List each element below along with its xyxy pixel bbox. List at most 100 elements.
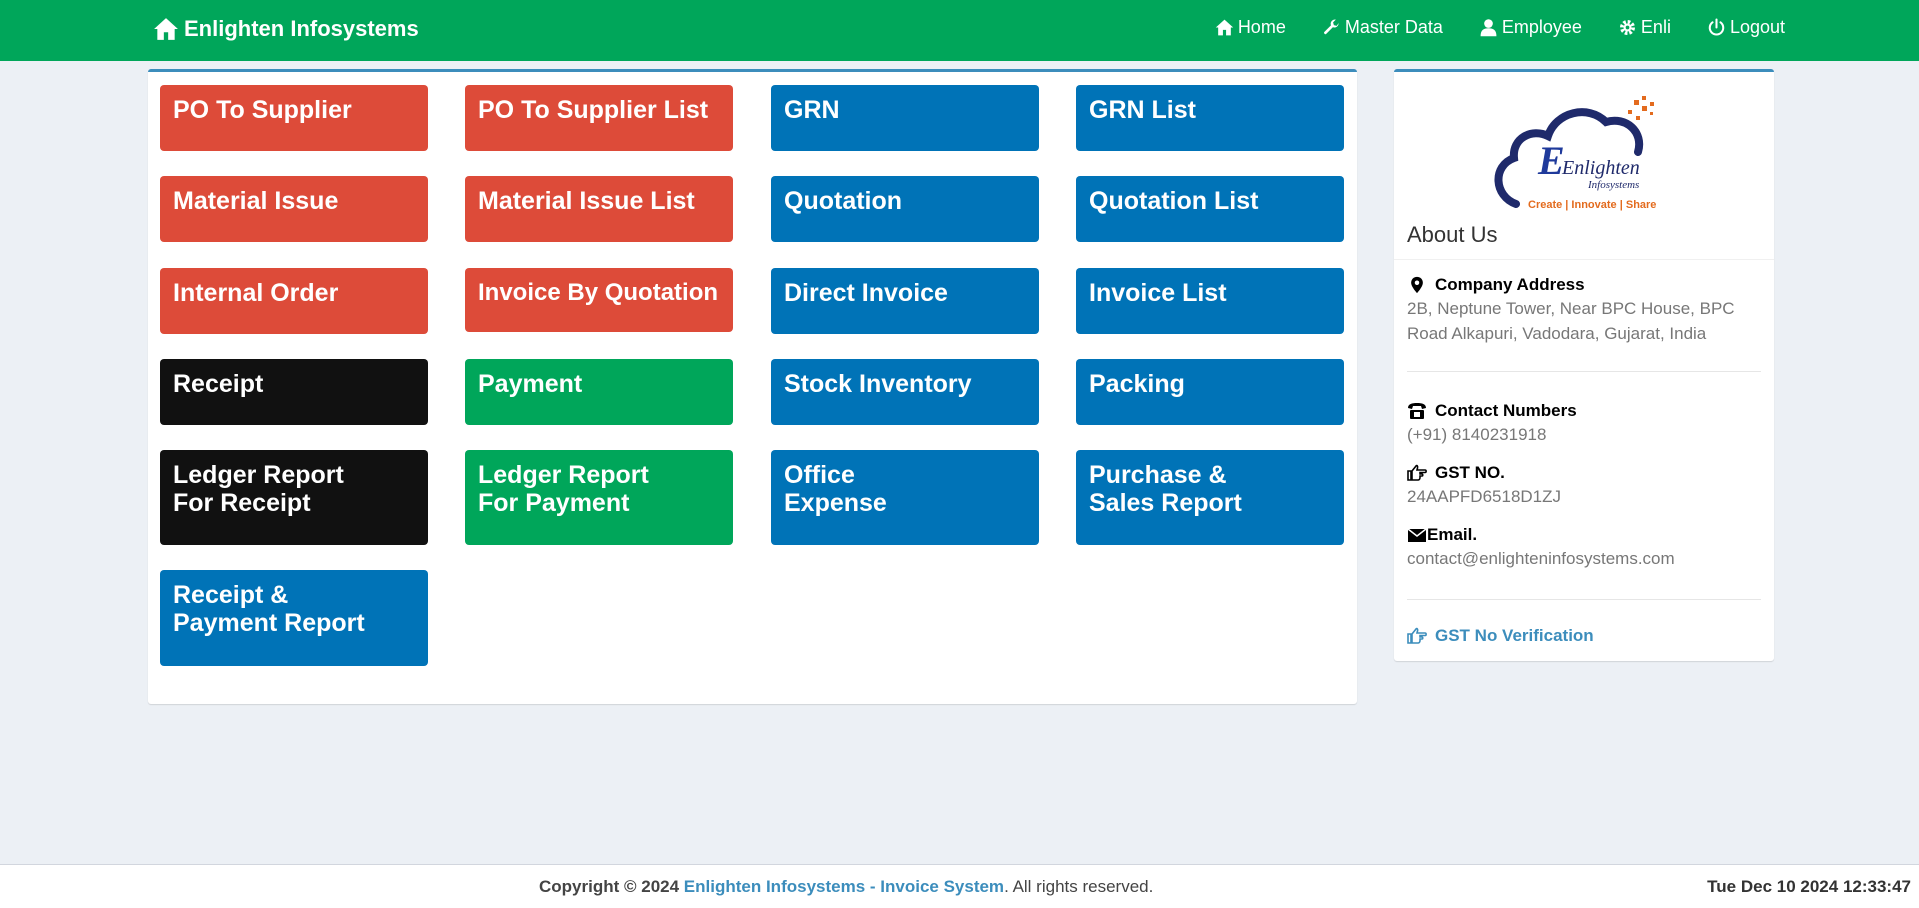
tile-label: GRN List bbox=[1089, 96, 1196, 124]
nav-enli-label: Enli bbox=[1640, 17, 1671, 37]
copyright: Copyright © 2024 Enlighten Infosystems -… bbox=[539, 877, 1153, 897]
nav-home-label: Home bbox=[1237, 17, 1286, 37]
nav-master-data-label: Master Data bbox=[1344, 17, 1443, 37]
tile-label: Payment Report bbox=[173, 609, 365, 637]
tile-label: Sales Report bbox=[1089, 489, 1242, 517]
gst-verification-label: GST No Verification bbox=[1435, 626, 1594, 645]
tile-ledger-report-receipt[interactable]: Ledger Report For Receipt bbox=[160, 450, 428, 545]
home-icon bbox=[1215, 19, 1234, 36]
modules-panel: PO To Supplier PO To Supplier List GRN G… bbox=[148, 69, 1357, 704]
tile-label: Expense bbox=[784, 489, 887, 517]
email-heading: Email. bbox=[1407, 525, 1477, 545]
gst-no-label: GST NO. bbox=[1435, 463, 1505, 482]
tile-label: Ledger Report bbox=[173, 461, 344, 489]
gear-icon bbox=[1619, 19, 1635, 36]
tile-grn-list[interactable]: GRN List bbox=[1076, 85, 1344, 151]
gst-no-heading: GST NO. bbox=[1407, 463, 1505, 483]
nav-master-data[interactable]: Master Data bbox=[1322, 17, 1443, 38]
svg-text:E: E bbox=[1537, 138, 1565, 183]
copyright-prefix: Copyright © 2024 bbox=[539, 877, 680, 896]
logo-tagline: Create | Innovate | Share bbox=[1528, 199, 1656, 211]
tile-label: GRN bbox=[784, 96, 840, 124]
tile-label: Material Issue bbox=[173, 187, 339, 215]
about-us-panel: E Enlighten Infosystems Create | Innovat… bbox=[1394, 69, 1774, 661]
tile-packing[interactable]: Packing bbox=[1076, 359, 1344, 425]
envelope-icon bbox=[1407, 528, 1427, 542]
logo-wordmark: Enlighten bbox=[1561, 157, 1640, 179]
tile-quotation-list[interactable]: Quotation List bbox=[1076, 176, 1344, 242]
phone-icon bbox=[1408, 403, 1426, 419]
tile-office-expense[interactable]: Office Expense bbox=[771, 450, 1039, 545]
tile-label: Office bbox=[784, 461, 855, 489]
tile-label: PO To Supplier List bbox=[478, 96, 709, 124]
tile-receipt[interactable]: Receipt bbox=[160, 359, 428, 425]
home-icon bbox=[154, 18, 178, 40]
about-us-title: About Us bbox=[1407, 222, 1498, 247]
tile-label: Purchase & bbox=[1089, 461, 1227, 489]
user-icon bbox=[1480, 19, 1497, 37]
tile-po-to-supplier-list[interactable]: PO To Supplier List bbox=[465, 85, 733, 151]
tile-label: PO To Supplier bbox=[173, 96, 352, 124]
tile-direct-invoice[interactable]: Direct Invoice bbox=[771, 268, 1039, 334]
wrench-icon bbox=[1323, 19, 1339, 35]
gst-verification-link[interactable]: GST No Verification bbox=[1407, 626, 1594, 646]
logo-subtitle: Infosystems bbox=[1587, 179, 1639, 191]
company-address-label: Company Address bbox=[1435, 275, 1585, 294]
hand-pointing-icon bbox=[1407, 464, 1427, 481]
tile-invoice-by-quotation[interactable]: Invoice By Quotation bbox=[465, 268, 733, 332]
company-address-value: 2B, Neptune Tower, Near BPC House, BPC R… bbox=[1407, 299, 1735, 343]
tile-stock-inventory[interactable]: Stock Inventory bbox=[771, 359, 1039, 425]
contact-numbers-label: Contact Numbers bbox=[1435, 401, 1577, 420]
nav-enli[interactable]: Enli bbox=[1618, 17, 1671, 38]
nav-logout[interactable]: Logout bbox=[1707, 17, 1785, 38]
company-logo: E Enlighten Infosystems Create | Innovat… bbox=[1494, 96, 1656, 211]
tile-internal-order[interactable]: Internal Order bbox=[160, 268, 428, 334]
hand-pointing-icon bbox=[1407, 627, 1427, 644]
nav-logout-label: Logout bbox=[1729, 17, 1785, 37]
tile-material-issue-list[interactable]: Material Issue List bbox=[465, 176, 733, 242]
copyright-suffix: . All rights reserved. bbox=[1004, 877, 1154, 896]
main-nav: Home Master Data Employee Enli Logout bbox=[1179, 17, 1785, 38]
nav-employee[interactable]: Employee bbox=[1479, 17, 1582, 38]
tile-ledger-report-payment[interactable]: Ledger Report For Payment bbox=[465, 450, 733, 545]
divider bbox=[1407, 371, 1761, 372]
contact-numbers-value: (+91) 8140231918 bbox=[1407, 425, 1547, 444]
tile-grn[interactable]: GRN bbox=[771, 85, 1039, 151]
tile-purchase-sales-report[interactable]: Purchase & Sales Report bbox=[1076, 450, 1344, 545]
tile-receipt-payment-report[interactable]: Receipt & Payment Report bbox=[160, 570, 428, 666]
gst-no-value: 24AAPFD6518D1ZJ bbox=[1407, 487, 1562, 506]
tile-material-issue[interactable]: Material Issue bbox=[160, 176, 428, 242]
nav-home[interactable]: Home bbox=[1215, 17, 1286, 38]
brand-name: Enlighten Infosystems bbox=[184, 16, 419, 41]
email-label: Email. bbox=[1427, 525, 1478, 544]
footer: Copyright © 2024 Enlighten Infosystems -… bbox=[0, 864, 1919, 908]
brand[interactable]: Enlighten Infosystems bbox=[153, 16, 419, 42]
copyright-link[interactable]: Enlighten Infosystems - Invoice System bbox=[684, 877, 1004, 896]
tile-invoice-list[interactable]: Invoice List bbox=[1076, 268, 1344, 334]
tile-label: Receipt bbox=[173, 370, 264, 398]
power-icon bbox=[1708, 18, 1725, 36]
tile-label: Quotation List bbox=[1089, 187, 1259, 215]
top-navbar: Enlighten Infosystems Home Master Data E… bbox=[0, 0, 1919, 61]
tile-quotation[interactable]: Quotation bbox=[771, 176, 1039, 242]
email-value: contact@enlighteninfosystems.com bbox=[1407, 549, 1675, 568]
tile-label: Invoice By Quotation bbox=[478, 279, 719, 306]
tile-label: Quotation bbox=[784, 187, 903, 215]
tile-label: Invoice List bbox=[1089, 279, 1227, 307]
tile-label: Receipt & bbox=[173, 581, 289, 609]
divider bbox=[1394, 259, 1774, 260]
tile-payment[interactable]: Payment bbox=[465, 359, 733, 425]
tile-label: For Receipt bbox=[173, 489, 311, 517]
tile-label: Material Issue List bbox=[478, 187, 695, 215]
map-marker-icon bbox=[1411, 276, 1423, 294]
company-address-heading: Company Address bbox=[1407, 275, 1585, 295]
tile-label: Internal Order bbox=[173, 279, 339, 307]
datetime-clock: Tue Dec 10 2024 12:33:47 bbox=[1707, 877, 1911, 896]
tile-label: Payment bbox=[478, 370, 583, 398]
tile-label: Stock Inventory bbox=[784, 370, 972, 398]
tile-label: For Payment bbox=[478, 489, 630, 517]
tile-label: Packing bbox=[1089, 370, 1185, 398]
tile-label: Direct Invoice bbox=[784, 279, 948, 307]
tile-po-to-supplier[interactable]: PO To Supplier bbox=[160, 85, 428, 151]
divider bbox=[1407, 599, 1761, 600]
